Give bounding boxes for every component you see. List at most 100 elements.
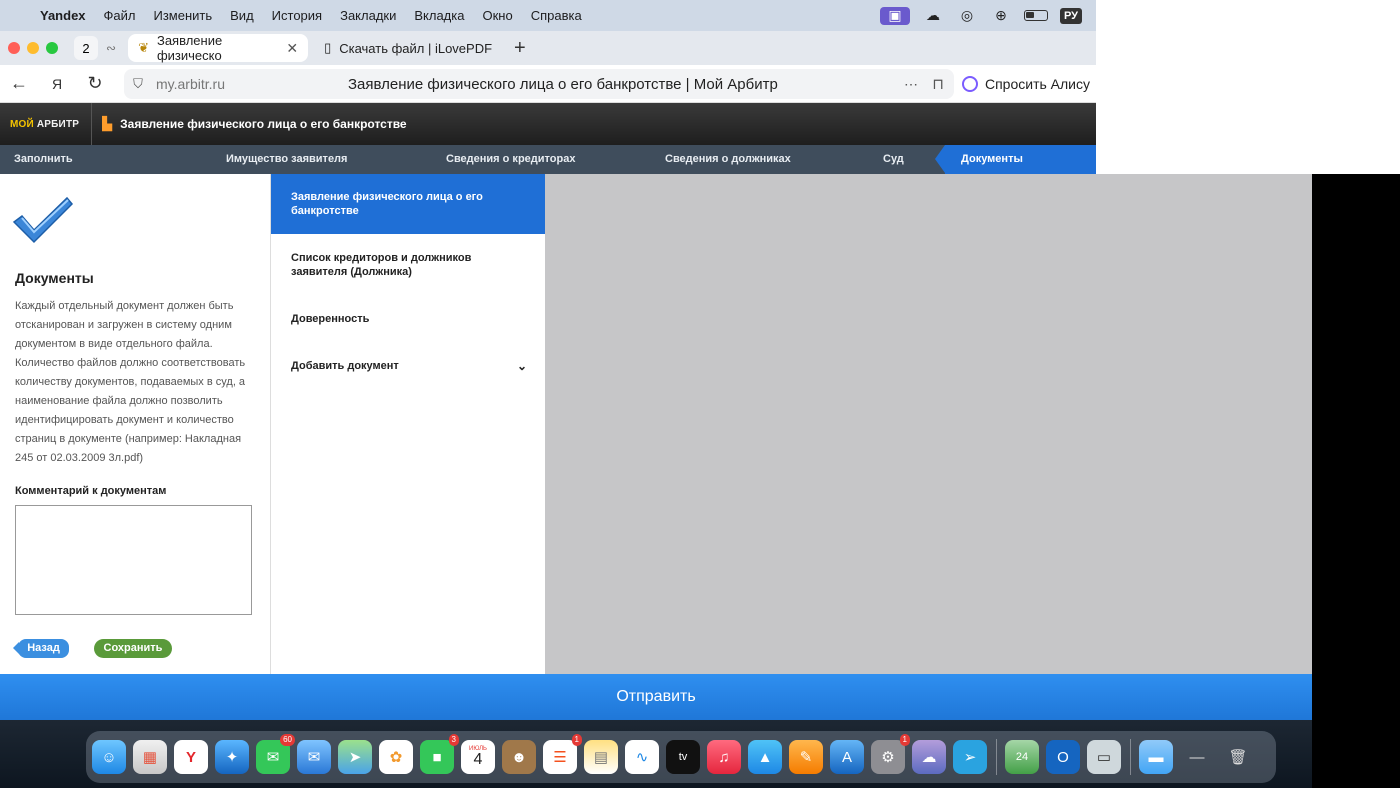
step-navigation: Заполнить Имущество заявителя Сведения о…: [0, 145, 1096, 174]
my-arbitr-logo[interactable]: МОЙ АРБИТР: [10, 119, 79, 130]
chevron-down-icon: ⌄: [516, 359, 527, 373]
news-app-icon[interactable]: 24: [1005, 740, 1039, 774]
doc-item-creditors-list[interactable]: Список кредиторов и должников заявителя …: [271, 251, 545, 279]
zoom-window-button[interactable]: [46, 42, 58, 54]
alice-label: Спросить Алису: [984, 76, 1090, 92]
system-settings-icon[interactable]: ⚙ 1: [871, 734, 910, 774]
menu-edit[interactable]: Изменить: [154, 8, 213, 23]
close-window-button[interactable]: [8, 42, 20, 54]
back-button[interactable]: Назад: [13, 639, 69, 658]
telegram-icon[interactable]: ➢: [953, 740, 987, 774]
arbitr-favicon-icon: ❦: [138, 40, 149, 55]
send-button[interactable]: Отправить: [0, 674, 1312, 720]
messages-icon[interactable]: ✉ 60: [256, 734, 295, 774]
screen-record-icon[interactable]: ▣: [879, 6, 910, 25]
menu-tab[interactable]: Вкладка: [414, 8, 464, 23]
empty-area: [1096, 0, 1400, 174]
freeform-icon[interactable]: ∿: [625, 740, 659, 774]
url-field[interactable]: ⛉ my.arbitr.ru Заявление физического лиц…: [124, 69, 954, 99]
section-title: Документы: [15, 270, 94, 286]
yandex-logo-icon[interactable]: Я: [38, 76, 76, 92]
music-icon[interactable]: ♫: [707, 740, 741, 774]
input-language-indicator[interactable]: РУ: [1059, 7, 1082, 24]
checkmark-icon: [12, 196, 74, 244]
step-court[interactable]: Суд: [883, 145, 904, 174]
new-tab-icon[interactable]: +: [514, 37, 526, 60]
menu-help[interactable]: Справка: [531, 8, 582, 23]
tab-ilovepdf[interactable]: ▯ Скачать файл | iLovePDF: [314, 34, 502, 62]
shield-icon[interactable]: ⛉: [124, 76, 152, 92]
save-button[interactable]: Сохранить: [94, 639, 172, 658]
apple-tv-icon[interactable]: tv: [666, 740, 700, 774]
ask-alice-button[interactable]: Спросить Алису: [961, 69, 1090, 99]
header-title: Заявление физического лица о его банкрот…: [120, 117, 407, 131]
window-controls: [8, 42, 58, 54]
menu-yandex[interactable]: Yandex: [40, 8, 86, 23]
site-header: МОЙ АРБИТР ▙ Заявление физического лица …: [0, 103, 1096, 145]
yandex-browser-icon[interactable]: Y: [174, 740, 208, 774]
empty-area: [1312, 174, 1400, 788]
tab-label: Скачать файл | iLovePDF: [339, 40, 493, 56]
step-documents[interactable]: Документы: [935, 145, 1096, 174]
photos-icon[interactable]: ✿: [379, 740, 413, 774]
trash-icon[interactable]: 🗑: [1221, 740, 1255, 774]
bookmark-icon[interactable]: ⊓: [932, 75, 944, 93]
cloud-drive-icon[interactable]: ☁: [912, 740, 946, 774]
battery-icon[interactable]: [1023, 10, 1048, 21]
preview-window-icon[interactable]: ▭: [1087, 740, 1121, 774]
app-store-icon[interactable]: A: [830, 740, 864, 774]
step-property[interactable]: Имущество заявителя: [226, 145, 347, 174]
reload-icon[interactable]: ↻: [76, 73, 114, 94]
facetime-icon[interactable]: ■ 3: [420, 734, 459, 774]
dock-divider: [1130, 739, 1131, 775]
documents-info-panel: Документы Каждый отдельный документ долж…: [0, 174, 271, 674]
doc-item-application[interactable]: Заявление физического лица о его банкрот…: [271, 174, 545, 234]
add-document-dropdown[interactable]: Добавить документ ⌄: [271, 359, 545, 373]
outlook-icon[interactable]: O: [1046, 740, 1080, 774]
document-preview-area: [545, 174, 1312, 674]
mac-menubar: Yandex Файл Изменить Вид История Закладк…: [0, 0, 1096, 31]
tab-bankruptcy[interactable]: ❦ Заявление физическо ✕: [128, 33, 309, 63]
download-status-icon[interactable]: ⊕: [990, 7, 1012, 25]
cloud-app-icon[interactable]: ☁: [922, 7, 944, 25]
safari-icon[interactable]: ✦: [215, 740, 249, 774]
comment-textarea[interactable]: [15, 505, 252, 615]
launchpad-icon[interactable]: ▦: [133, 740, 167, 774]
tab-group-icon[interactable]: ∾: [106, 41, 116, 55]
menu-file[interactable]: Файл: [104, 8, 136, 23]
menu-view[interactable]: Вид: [230, 8, 254, 23]
page-title: Заявление физического лица о его банкрот…: [348, 75, 778, 93]
reminders-icon[interactable]: ☰ 1: [543, 734, 582, 774]
dock-divider: [996, 739, 997, 775]
calendar-icon[interactable]: ИЮЛЬ 4: [461, 740, 495, 774]
notes-icon[interactable]: ▤: [584, 740, 618, 774]
document-icon: ▯: [324, 40, 332, 55]
folder-icon[interactable]: ▬: [1139, 740, 1173, 774]
comment-label: Комментарий к документам: [15, 485, 167, 497]
minimize-window-button[interactable]: [27, 42, 39, 54]
close-tab-icon[interactable]: ✕: [286, 40, 298, 57]
menu-window[interactable]: Окно: [482, 8, 512, 23]
step-fill[interactable]: Заполнить: [14, 145, 73, 174]
back-arrow-icon[interactable]: ←: [0, 73, 38, 94]
menu-bookmarks[interactable]: Закладки: [340, 8, 396, 23]
step-creditors[interactable]: Сведения о кредиторах: [446, 145, 575, 174]
doc-item-power-of-attorney[interactable]: Доверенность: [271, 312, 545, 326]
menu-history[interactable]: История: [272, 8, 322, 23]
alice-icon: [961, 76, 978, 92]
contacts-icon[interactable]: ☻: [502, 740, 536, 774]
vpn-icon[interactable]: ◎: [956, 7, 978, 25]
instructions-text: Каждый отдельный документ должен быть от…: [15, 300, 246, 464]
browser-addressbar: ← Я ↻ ⛉ my.arbitr.ru Заявление физическо…: [0, 65, 1096, 103]
downloads-stack-icon[interactable]: —: [1180, 740, 1214, 774]
pages-icon[interactable]: ✎: [789, 740, 823, 774]
tab-count-button[interactable]: 2: [74, 36, 98, 60]
maps-icon[interactable]: ➤: [338, 740, 372, 774]
more-icon[interactable]: ⋯: [904, 76, 918, 93]
mail-icon[interactable]: ✉: [297, 740, 331, 774]
document-list: Заявление физического лица о его банкрот…: [271, 174, 545, 674]
chart-icon: ▙: [102, 116, 113, 131]
finder-icon[interactable]: ☺: [92, 740, 126, 774]
keynote-icon[interactable]: ▲: [748, 740, 782, 774]
step-debtors[interactable]: Сведения о должниках: [665, 145, 791, 174]
